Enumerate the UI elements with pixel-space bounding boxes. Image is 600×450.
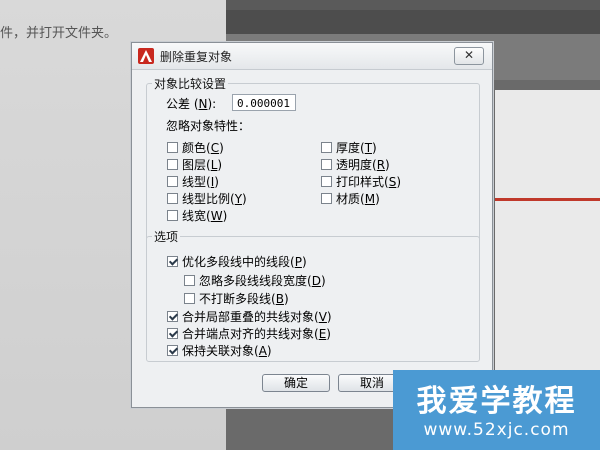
ignore-properties-label: 忽略对象特性：	[166, 119, 251, 133]
checkbox-no-break-polyline[interactable]: 不打断多段线(B)	[184, 290, 289, 307]
checkbox-box[interactable]	[167, 176, 178, 187]
background-app-panel	[495, 90, 600, 370]
checkbox-box[interactable]	[321, 142, 332, 153]
checkbox-merge-endpoint[interactable]: 合并端点对齐的共线对象(E)	[167, 325, 331, 342]
checkbox-linetype-scale[interactable]: 线型比例(Y)	[167, 190, 247, 207]
checkbox-box[interactable]	[321, 193, 332, 204]
remove-duplicates-dialog: 删除重复对象 ✕ 对象比较设置 公差 (N): 0.000001 忽略对象特性：…	[131, 42, 493, 408]
checkbox-box[interactable]	[184, 275, 195, 286]
checkbox-plot-style[interactable]: 打印样式(S)	[321, 173, 401, 190]
checkbox-material[interactable]: 材质(M)	[321, 190, 380, 207]
checkbox-color[interactable]: 颜色(C)	[167, 139, 224, 156]
background-doc-text: 件，并打开文件夹。	[0, 26, 118, 41]
autocad-logo-icon	[138, 48, 154, 64]
checkbox-box[interactable]	[167, 210, 178, 221]
checkbox-linetype[interactable]: 线型(I)	[167, 173, 219, 190]
close-button[interactable]: ✕	[454, 47, 484, 65]
checkbox-thickness[interactable]: 厚度(T)	[321, 139, 377, 156]
dialog-title: 删除重复对象	[160, 50, 233, 64]
ok-button[interactable]: 确定	[262, 374, 330, 392]
checkbox-merge-overlap[interactable]: 合并局部重叠的共线对象(V)	[167, 308, 332, 325]
checkbox-optimize-polyline[interactable]: 优化多段线中的线段(P)	[167, 253, 307, 270]
watermark-title: 我爱学教程	[416, 384, 577, 419]
checkbox-box[interactable]	[167, 256, 178, 267]
checkbox-layer[interactable]: 图层(L)	[167, 156, 222, 173]
checkbox-box[interactable]	[167, 159, 178, 170]
watermark-url: www.52xjc.com	[423, 420, 570, 440]
checkbox-ignore-width[interactable]: 忽略多段线线段宽度(D)	[184, 272, 326, 289]
checkbox-box[interactable]	[167, 328, 178, 339]
checkbox-box[interactable]	[167, 311, 178, 322]
checkbox-box[interactable]	[184, 293, 195, 304]
checkbox-box[interactable]	[167, 345, 178, 356]
checkbox-lineweight[interactable]: 线宽(W)	[167, 207, 227, 224]
tolerance-label: 公差 (N):	[166, 97, 217, 111]
tolerance-input[interactable]: 0.000001	[232, 94, 296, 111]
watermark-banner: 我爱学教程 www.52xjc.com	[393, 370, 600, 450]
checkbox-transparency[interactable]: 透明度(R)	[321, 156, 390, 173]
background-red-line	[495, 198, 600, 201]
options-label: 选项	[152, 228, 181, 245]
checkbox-box[interactable]	[321, 159, 332, 170]
checkbox-box[interactable]	[321, 176, 332, 187]
dialog-titlebar[interactable]: 删除重复对象 ✕	[132, 43, 492, 70]
background-app-titlebar	[226, 10, 600, 34]
close-icon: ✕	[463, 48, 475, 62]
compare-settings-label: 对象比较设置	[152, 75, 229, 92]
checkbox-box[interactable]	[167, 142, 178, 153]
checkbox-box[interactable]	[167, 193, 178, 204]
checkbox-keep-associative[interactable]: 保持关联对象(A)	[167, 342, 272, 359]
